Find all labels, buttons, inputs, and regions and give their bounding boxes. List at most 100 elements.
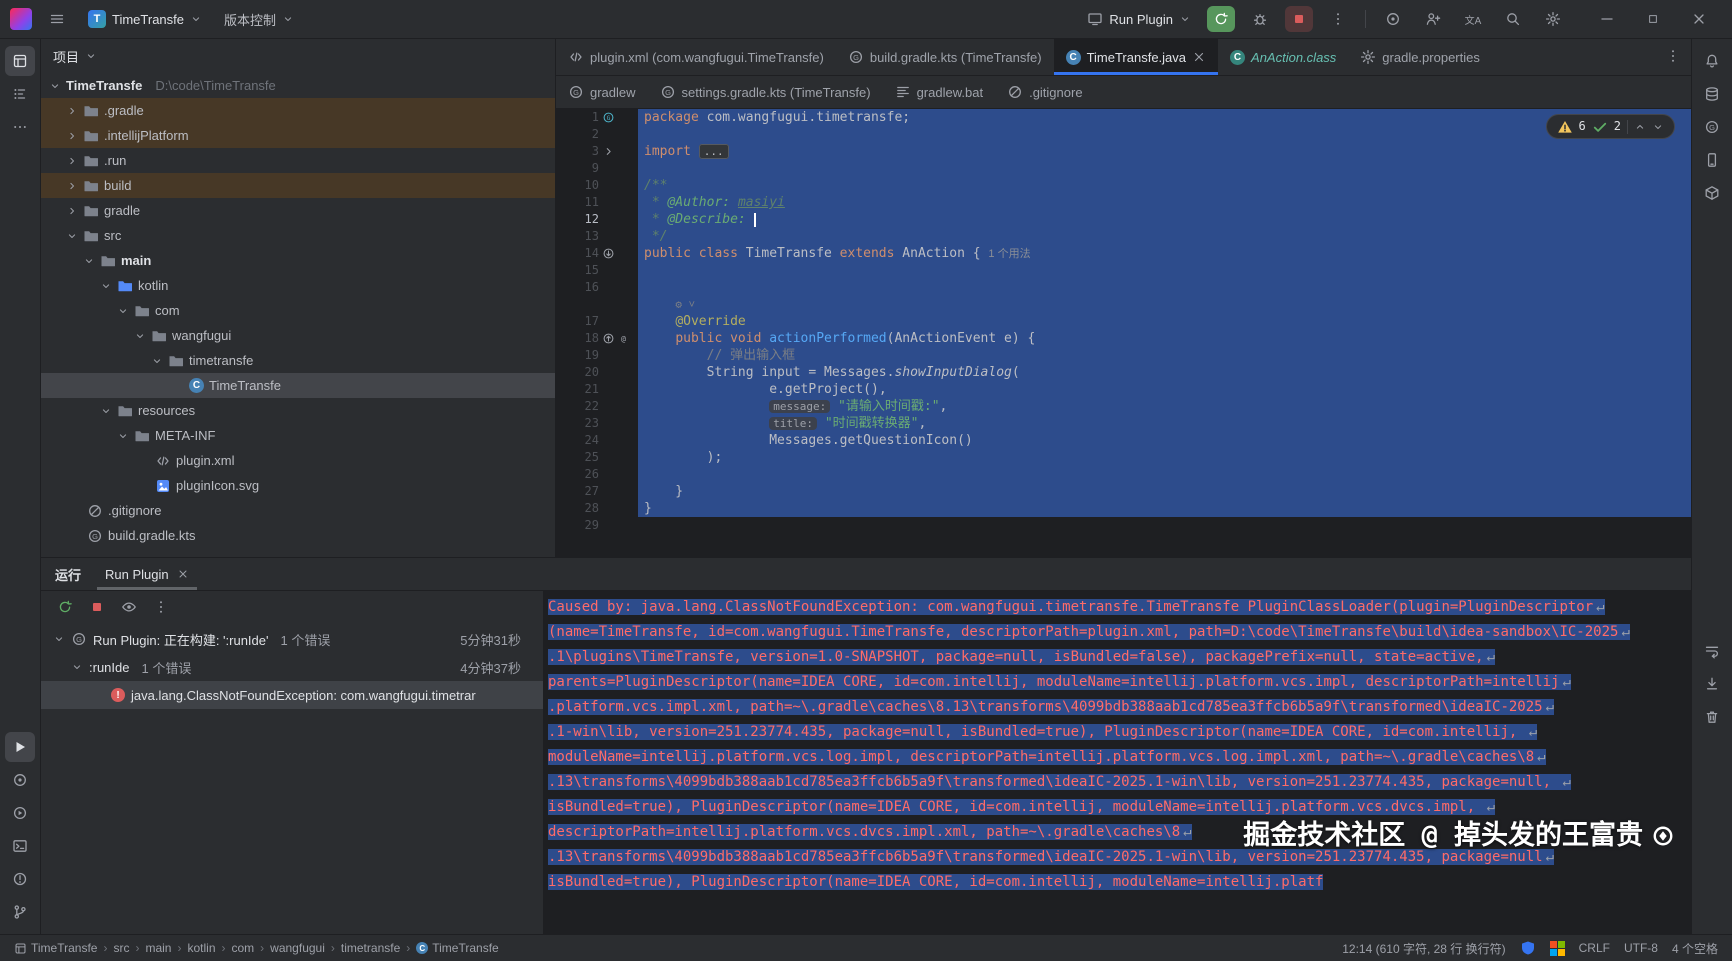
editor-tab[interactable]: Gbuild.gradle.kts (TimeTransfe) <box>836 39 1054 75</box>
chevron-down-icon[interactable] <box>1652 121 1664 133</box>
editor-tab[interactable]: gradle.properties <box>1348 39 1492 75</box>
scroll-to-end-button[interactable] <box>1697 669 1727 699</box>
project-tree-item[interactable]: TimeTransfeD:\code\TimeTransfe <box>41 73 555 98</box>
project-panel-header[interactable]: 项目 <box>41 39 555 73</box>
tool-window-device-manager-button[interactable] <box>1697 145 1727 175</box>
project-tree-item[interactable]: META-INF <box>41 423 555 448</box>
breadcrumb-item[interactable]: timetransfe <box>341 941 400 955</box>
editor-tab[interactable]: CAnAction.class <box>1218 39 1348 75</box>
file-encoding[interactable]: UTF-8 <box>1624 941 1658 955</box>
minimize-button[interactable] <box>1584 0 1630 38</box>
settings-button[interactable] <box>1538 4 1568 34</box>
project-tree-item[interactable]: com <box>41 298 555 323</box>
project-widget[interactable]: T TimeTransfe <box>82 4 208 34</box>
gutter[interactable]: 24 <box>556 432 638 449</box>
editor-tab[interactable]: plugin.xml (com.wangfugui.TimeTransfe) <box>556 39 836 75</box>
indent-style[interactable]: 4 个空格 <box>1672 940 1718 957</box>
project-tree-item[interactable]: Gbuild.gradle.kts <box>41 523 555 548</box>
main-menu-button[interactable] <box>42 4 72 34</box>
gutter[interactable]: 11 <box>556 194 638 211</box>
code-editor[interactable]: 1Gpackage com.wangfugui.timetransfe;23im… <box>556 109 1691 557</box>
project-tree-item[interactable]: main <box>41 248 555 273</box>
vcs-widget[interactable]: 版本控制 <box>218 4 300 34</box>
breadcrumb-item[interactable]: wangfugui <box>270 941 325 955</box>
input-method[interactable] <box>1550 941 1565 956</box>
editor-tab[interactable]: CTimeTransfe.java <box>1054 39 1218 75</box>
tool-window-terminal-button[interactable] <box>5 831 35 861</box>
tool-window-structure-button[interactable] <box>5 79 35 109</box>
more-options-button[interactable] <box>153 599 169 618</box>
search-everywhere-button[interactable] <box>1498 4 1528 34</box>
project-tree-item[interactable]: .intellijPlatform <box>41 123 555 148</box>
project-tree-item[interactable]: plugin.xml <box>41 448 555 473</box>
inspections-widget[interactable]: 6 2 <box>1546 114 1675 139</box>
soft-wrap-button[interactable] <box>1697 636 1727 666</box>
stop-task-button[interactable] <box>89 599 105 618</box>
project-tree-item[interactable]: resources <box>41 398 555 423</box>
project-tree-item[interactable]: .gitignore <box>41 498 555 523</box>
gutter[interactable]: 13 <box>556 228 638 245</box>
code-with-me-button[interactable] <box>1378 4 1408 34</box>
project-tree-item[interactable]: .gradle <box>41 98 555 123</box>
project-tree-item[interactable]: build <box>41 173 555 198</box>
tool-window-gradle-button[interactable]: G <box>1697 112 1727 142</box>
run-tree-item[interactable]: !java.lang.ClassNotFoundException: com.w… <box>41 681 543 709</box>
tool-window-problems-button[interactable] <box>5 864 35 894</box>
gutter[interactable]: 16 <box>556 279 638 296</box>
maximize-button[interactable] <box>1630 0 1676 38</box>
gutter[interactable]: 28 <box>556 500 638 517</box>
add-collaborator-button[interactable] <box>1418 4 1448 34</box>
gutter[interactable]: 3 <box>556 143 638 160</box>
console-output[interactable]: Caused by: java.lang.ClassNotFoundExcept… <box>544 591 1691 934</box>
run-config-selector[interactable]: Run Plugin <box>1081 4 1197 34</box>
gutter[interactable]: 1G <box>556 109 638 126</box>
tool-window-project-button[interactable] <box>5 46 35 76</box>
editor-tab[interactable]: .gitignore <box>995 76 1094 108</box>
breadcrumb-item[interactable]: src <box>113 941 129 955</box>
close-icon[interactable] <box>177 568 189 580</box>
project-tree-item[interactable]: timetransfe <box>41 348 555 373</box>
gutter[interactable]: 10 <box>556 177 638 194</box>
run-tab[interactable]: Run Plugin <box>97 558 197 590</box>
tool-window-services-button[interactable] <box>5 798 35 828</box>
gutter[interactable]: 9 <box>556 160 638 177</box>
tool-window-version-control-button[interactable] <box>5 897 35 927</box>
gutter[interactable]: 21 <box>556 381 638 398</box>
project-tree-item[interactable]: src <box>41 223 555 248</box>
breadcrumb-item[interactable]: CTimeTransfe <box>416 941 498 955</box>
editor-tab[interactable]: Gsettings.gradle.kts (TimeTransfe) <box>648 76 883 108</box>
debug-button[interactable] <box>1245 4 1275 34</box>
project-tree-item[interactable]: .run <box>41 148 555 173</box>
protection-status[interactable] <box>1520 940 1536 956</box>
gutter[interactable]: 25 <box>556 449 638 466</box>
project-tree-item[interactable]: CTimeTransfe <box>41 373 555 398</box>
project-tree-item[interactable]: pluginIcon.svg <box>41 473 555 498</box>
gutter[interactable] <box>556 296 638 313</box>
gutter[interactable]: 19 <box>556 347 638 364</box>
gutter[interactable]: 12 <box>556 211 638 228</box>
project-tree-item[interactable]: kotlin <box>41 273 555 298</box>
gutter[interactable]: 15 <box>556 262 638 279</box>
gutter[interactable]: 29 <box>556 517 638 534</box>
breadcrumb-item[interactable]: TimeTransfe <box>14 941 97 955</box>
stop-button[interactable] <box>1285 6 1313 32</box>
tool-window-profiler-button[interactable] <box>5 765 35 795</box>
project-tree-item[interactable]: gradle <box>41 198 555 223</box>
hidden-tabs-button[interactable] <box>1665 48 1691 67</box>
gutter[interactable]: 23 <box>556 415 638 432</box>
gutter[interactable]: 2 <box>556 126 638 143</box>
rerun-button[interactable] <box>1207 6 1235 32</box>
line-separator[interactable]: CRLF <box>1579 941 1610 955</box>
more-tool-windows-button[interactable] <box>5 112 35 142</box>
gutter[interactable]: 17 <box>556 313 638 330</box>
gutter[interactable]: 18@ <box>556 330 638 347</box>
clear-console-button[interactable] <box>1697 702 1727 732</box>
tool-window-database-button[interactable] <box>1697 79 1727 109</box>
tool-window-dependencies-button[interactable] <box>1697 178 1727 208</box>
tool-window-run-button[interactable] <box>5 732 35 762</box>
rerun-task-button[interactable] <box>57 599 73 618</box>
chevron-up-icon[interactable] <box>1634 121 1646 133</box>
translate-button[interactable]: 文A <box>1458 4 1488 34</box>
breadcrumb-item[interactable]: kotlin <box>187 941 215 955</box>
editor-tab[interactable]: Ggradlew <box>556 76 648 108</box>
